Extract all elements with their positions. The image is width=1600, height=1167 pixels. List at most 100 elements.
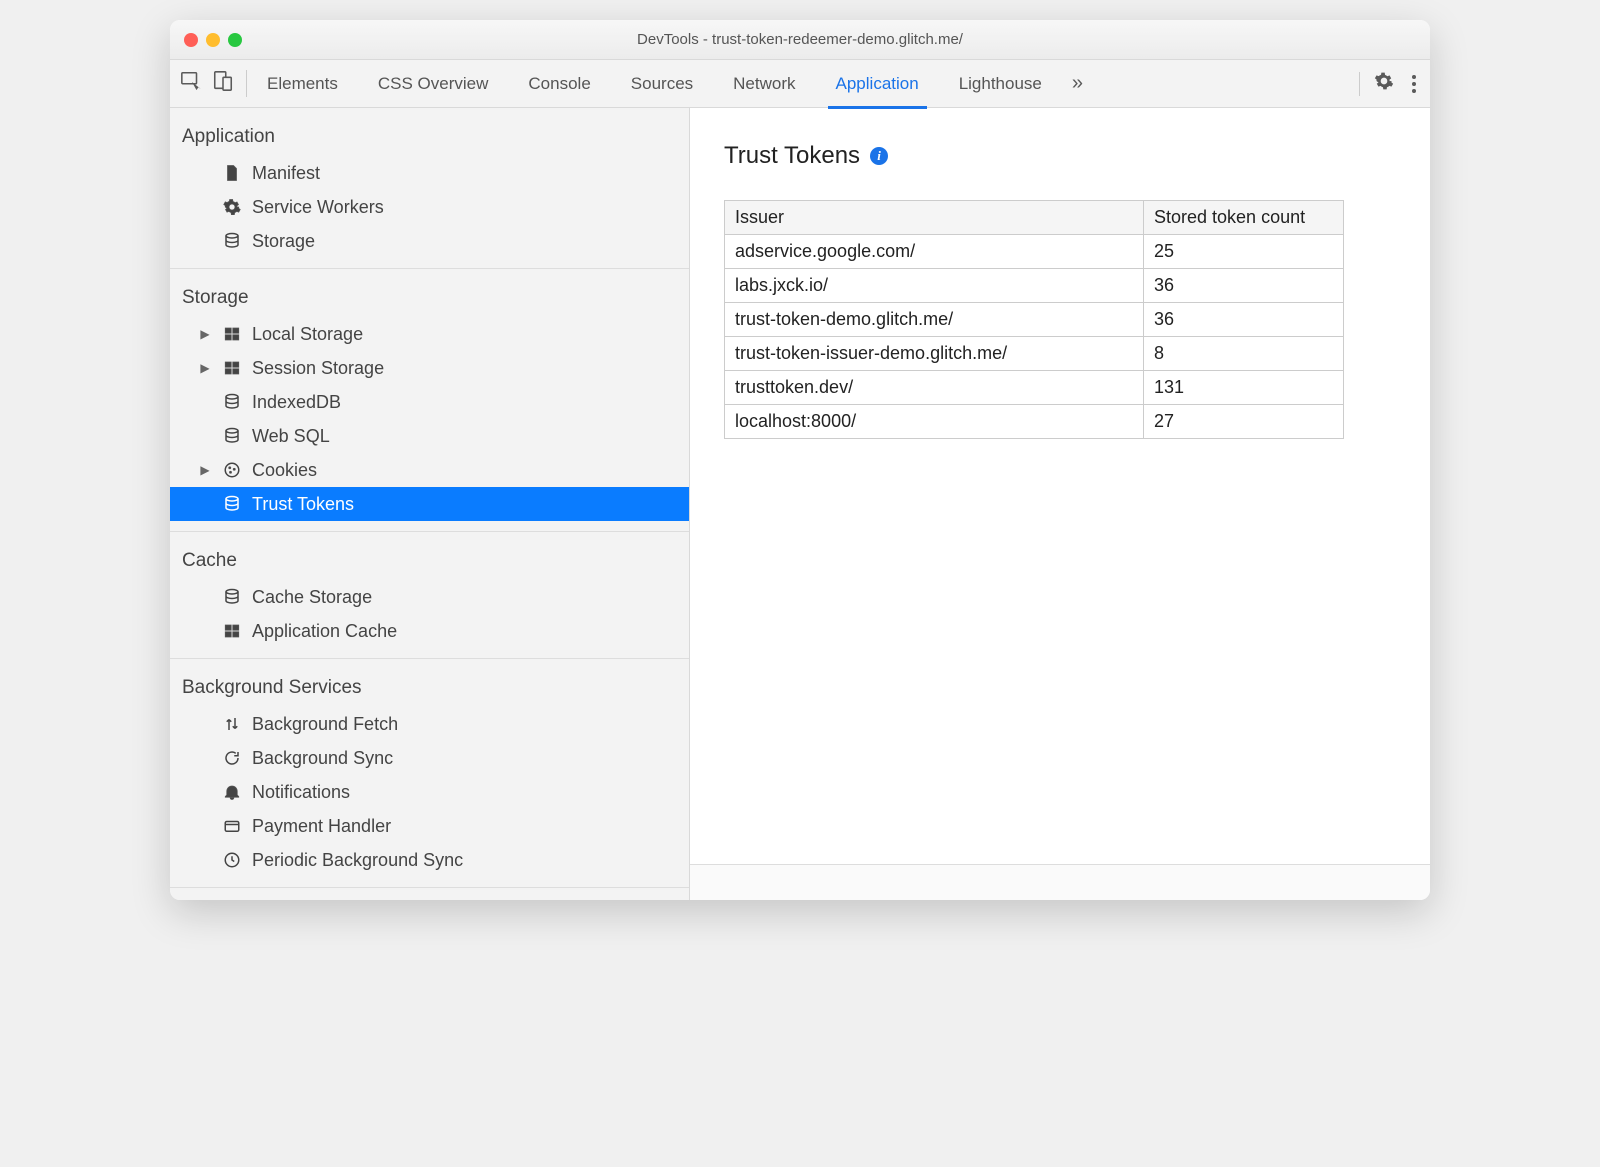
sidebar-item-notifications[interactable]: Notifications [170, 775, 689, 809]
bell-icon [222, 782, 242, 802]
devtools-window: DevTools - trust-token-redeemer-demo.gli… [170, 20, 1430, 900]
card-icon [222, 816, 242, 836]
minimize-window-icon[interactable] [206, 33, 220, 47]
tab-lighthouse[interactable]: Lighthouse [939, 60, 1062, 108]
sidebar-item-application-cache[interactable]: Application Cache [170, 614, 689, 648]
more-menu-icon[interactable] [1408, 71, 1420, 97]
sidebar-item-cookies[interactable]: ▶ Cookies [170, 453, 689, 487]
tab-application[interactable]: Application [816, 60, 939, 108]
sidebar-item-periodic-background-sync[interactable]: Periodic Background Sync [170, 843, 689, 877]
sidebar-item-background-fetch[interactable]: Background Fetch [170, 707, 689, 741]
sidebar-item-background-sync[interactable]: Background Sync [170, 741, 689, 775]
main-panel: Trust Tokens i Issuer Stored token count… [690, 108, 1430, 900]
gear-icon [222, 197, 242, 217]
tab-css-overview[interactable]: CSS Overview [358, 60, 509, 108]
trust-tokens-table: Issuer Stored token count adservice.goog… [724, 200, 1344, 439]
file-icon [222, 163, 242, 183]
cell-count: 36 [1144, 303, 1344, 337]
titlebar: DevTools - trust-token-redeemer-demo.gli… [170, 20, 1430, 60]
table-row[interactable]: localhost:8000/27 [725, 405, 1344, 439]
db-icon [222, 494, 242, 514]
sidebar-item-payment-handler[interactable]: Payment Handler [170, 809, 689, 843]
updown-icon [222, 714, 242, 734]
cell-count: 36 [1144, 269, 1344, 303]
expand-arrow-icon[interactable]: ▶ [198, 361, 212, 375]
statusbar [690, 864, 1430, 900]
cell-count: 25 [1144, 235, 1344, 269]
sidebar-item-label: Session Storage [252, 358, 384, 379]
sidebar-item-service-workers[interactable]: Service Workers [170, 190, 689, 224]
grid-icon [222, 358, 242, 378]
tabs-overflow-icon[interactable]: » [1062, 72, 1093, 95]
cell-issuer: trust-token-issuer-demo.glitch.me/ [725, 337, 1144, 371]
sidebar-item-label: Service Workers [252, 197, 384, 218]
device-toolbar-icon[interactable] [212, 70, 234, 97]
sidebar-item-label: Web SQL [252, 426, 330, 447]
sidebar-item-label: Trust Tokens [252, 494, 354, 515]
section-header: Storage [170, 269, 689, 317]
page-title-text: Trust Tokens [724, 142, 860, 170]
cell-issuer: labs.jxck.io/ [725, 269, 1144, 303]
clock-icon [222, 850, 242, 870]
sidebar-item-storage[interactable]: Storage [170, 224, 689, 258]
sidebar-item-local-storage[interactable]: ▶ Local Storage [170, 317, 689, 351]
sidebar-item-trust-tokens[interactable]: Trust Tokens [170, 487, 689, 521]
toolbar: ElementsCSS OverviewConsoleSourcesNetwor… [170, 60, 1430, 108]
tab-elements[interactable]: Elements [247, 60, 358, 108]
window-controls [170, 33, 242, 47]
db-icon [222, 392, 242, 412]
cell-issuer: trust-token-demo.glitch.me/ [725, 303, 1144, 337]
sidebar-item-label: Local Storage [252, 324, 363, 345]
application-sidebar: Application Manifest Service Workers Storag… [170, 108, 690, 900]
settings-icon[interactable] [1374, 71, 1394, 96]
sidebar-item-label: Cookies [252, 460, 317, 481]
sidebar-item-cache-storage[interactable]: Cache Storage [170, 580, 689, 614]
table-row[interactable]: labs.jxck.io/36 [725, 269, 1344, 303]
sidebar-item-label: Background Fetch [252, 714, 398, 735]
grid-icon [222, 621, 242, 641]
section-header: Application [170, 108, 689, 156]
sidebar-item-manifest[interactable]: Manifest [170, 156, 689, 190]
sidebar-item-label: Payment Handler [252, 816, 391, 837]
cell-count: 27 [1144, 405, 1344, 439]
db-icon [222, 426, 242, 446]
table-row[interactable]: trusttoken.dev/131 [725, 371, 1344, 405]
sidebar-item-label: Manifest [252, 163, 320, 184]
sidebar-item-label: Periodic Background Sync [252, 850, 463, 871]
sidebar-item-label: Application Cache [252, 621, 397, 642]
sidebar-item-label: Notifications [252, 782, 350, 803]
sidebar-item-label: IndexedDB [252, 392, 341, 413]
sidebar-item-label: Background Sync [252, 748, 393, 769]
expand-arrow-icon[interactable]: ▶ [198, 327, 212, 341]
sidebar-item-label: Storage [252, 231, 315, 252]
db-icon [222, 587, 242, 607]
expand-arrow-icon[interactable]: ▶ [198, 463, 212, 477]
sidebar-item-web-sql[interactable]: Web SQL [170, 419, 689, 453]
window-title: DevTools - trust-token-redeemer-demo.gli… [637, 31, 963, 48]
section-header: Background Services [170, 659, 689, 707]
table-row[interactable]: adservice.google.com/25 [725, 235, 1344, 269]
cell-count: 8 [1144, 337, 1344, 371]
cell-issuer: adservice.google.com/ [725, 235, 1144, 269]
cookie-icon [222, 460, 242, 480]
inspect-element-icon[interactable] [180, 70, 202, 97]
tab-console[interactable]: Console [508, 60, 610, 108]
cell-count: 131 [1144, 371, 1344, 405]
sidebar-item-indexeddb[interactable]: IndexedDB [170, 385, 689, 419]
cell-issuer: trusttoken.dev/ [725, 371, 1144, 405]
section-header: Cache [170, 532, 689, 580]
close-window-icon[interactable] [184, 33, 198, 47]
sidebar-item-label: Cache Storage [252, 587, 372, 608]
tab-sources[interactable]: Sources [611, 60, 713, 108]
sidebar-item-session-storage[interactable]: ▶ Session Storage [170, 351, 689, 385]
cell-issuer: localhost:8000/ [725, 405, 1144, 439]
table-row[interactable]: trust-token-demo.glitch.me/36 [725, 303, 1344, 337]
table-row[interactable]: trust-token-issuer-demo.glitch.me/8 [725, 337, 1344, 371]
info-icon[interactable]: i [870, 147, 888, 165]
col-issuer[interactable]: Issuer [725, 201, 1144, 235]
page-title: Trust Tokens i [724, 142, 1396, 170]
separator [1359, 72, 1360, 96]
tab-network[interactable]: Network [713, 60, 815, 108]
zoom-window-icon[interactable] [228, 33, 242, 47]
col-count[interactable]: Stored token count [1144, 201, 1344, 235]
